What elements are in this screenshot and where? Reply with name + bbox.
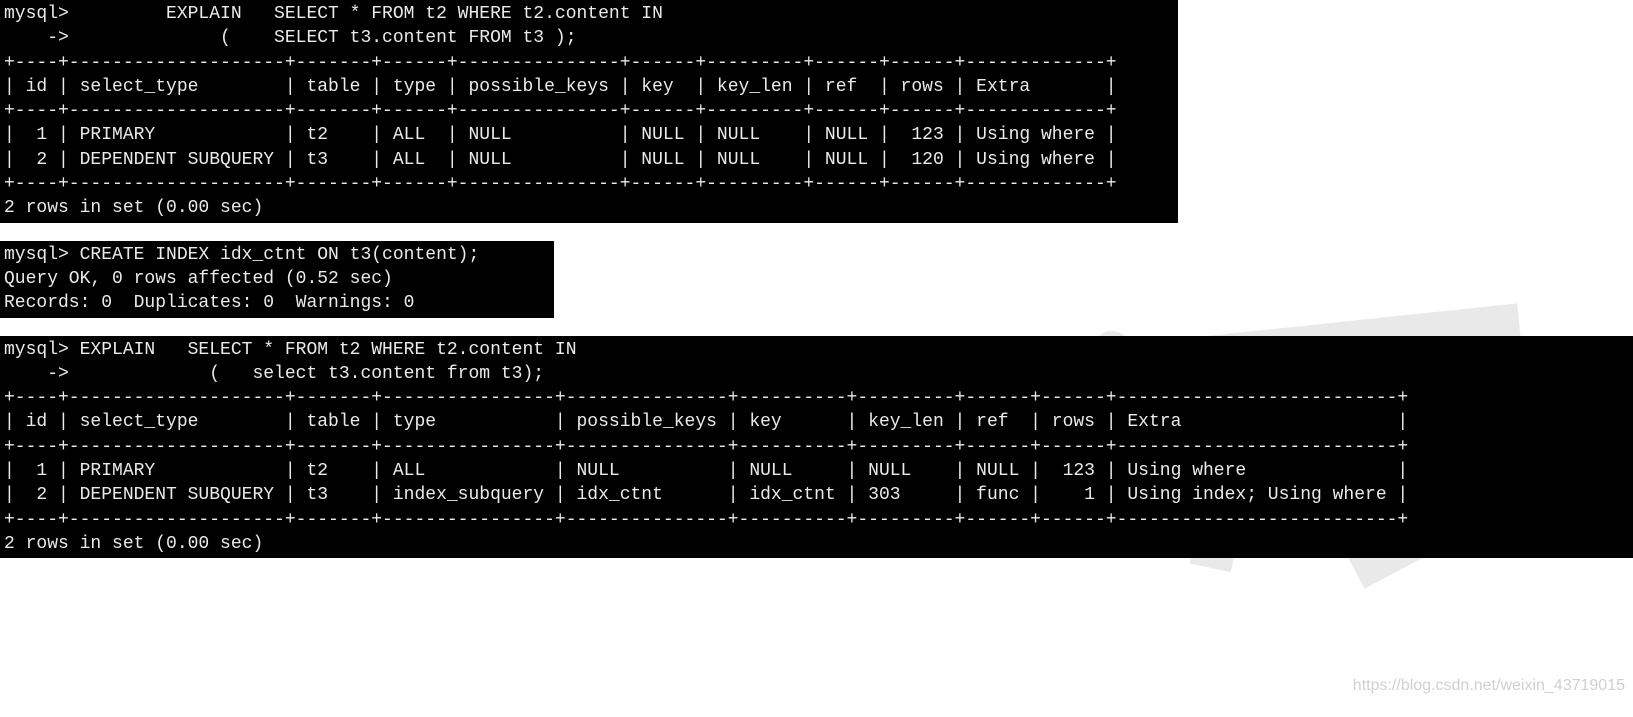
terminal-block-2: mysql> CREATE INDEX idx_ctnt ON t3(conte… [0, 241, 1633, 318]
source-url: https://blog.csdn.net/weixin_43719015 [1353, 675, 1625, 697]
terminal-block-1: mysql> EXPLAIN SELECT * FROM t2 WHERE t2… [0, 0, 1633, 223]
terminal-output: mysql> CREATE INDEX idx_ctnt ON t3(conte… [0, 241, 554, 318]
terminal-output: mysql> EXPLAIN SELECT * FROM t2 WHERE t2… [0, 336, 1633, 559]
terminal-output: mysql> EXPLAIN SELECT * FROM t2 WHERE t2… [0, 0, 1178, 223]
terminal-block-3: mysql> EXPLAIN SELECT * FROM t2 WHERE t2… [0, 336, 1633, 559]
